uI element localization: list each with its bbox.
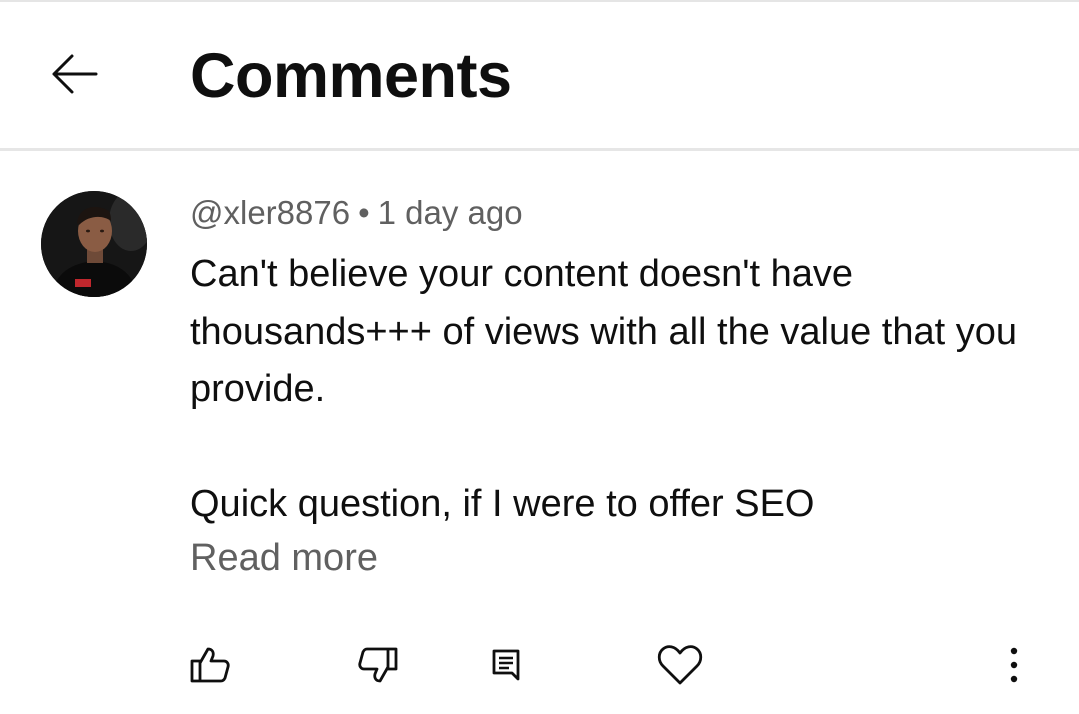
thumbs-up-icon [190,647,230,683]
like-button[interactable] [186,641,234,689]
page-title: Comments [190,41,512,111]
reply-icon [492,649,520,681]
avatar-image [41,191,147,297]
comment-author[interactable]: @xler8876 [190,194,350,231]
comment-item: @xler8876 • 1 day ago Can't believe your c… [0,151,1079,714]
read-more-link[interactable]: Read more [190,534,378,582]
heart-button[interactable] [656,641,704,689]
more-options-button[interactable] [990,641,1038,689]
avatar[interactable] [41,191,147,297]
arrow-left-icon [52,54,98,94]
heart-icon [657,645,703,685]
back-button[interactable] [44,46,104,102]
comment-time: 1 day ago [377,194,523,231]
thumbs-down-icon [358,647,398,683]
meta-separator: • [358,194,370,231]
reply-button[interactable] [482,641,530,689]
more-vert-icon [1010,647,1018,683]
comment-meta: @xler8876 • 1 day ago [190,191,523,235]
comment-text: Can't believe your content doesn't have … [190,253,1018,525]
dislike-button[interactable] [354,641,402,689]
comments-header: Comments [0,2,1079,151]
